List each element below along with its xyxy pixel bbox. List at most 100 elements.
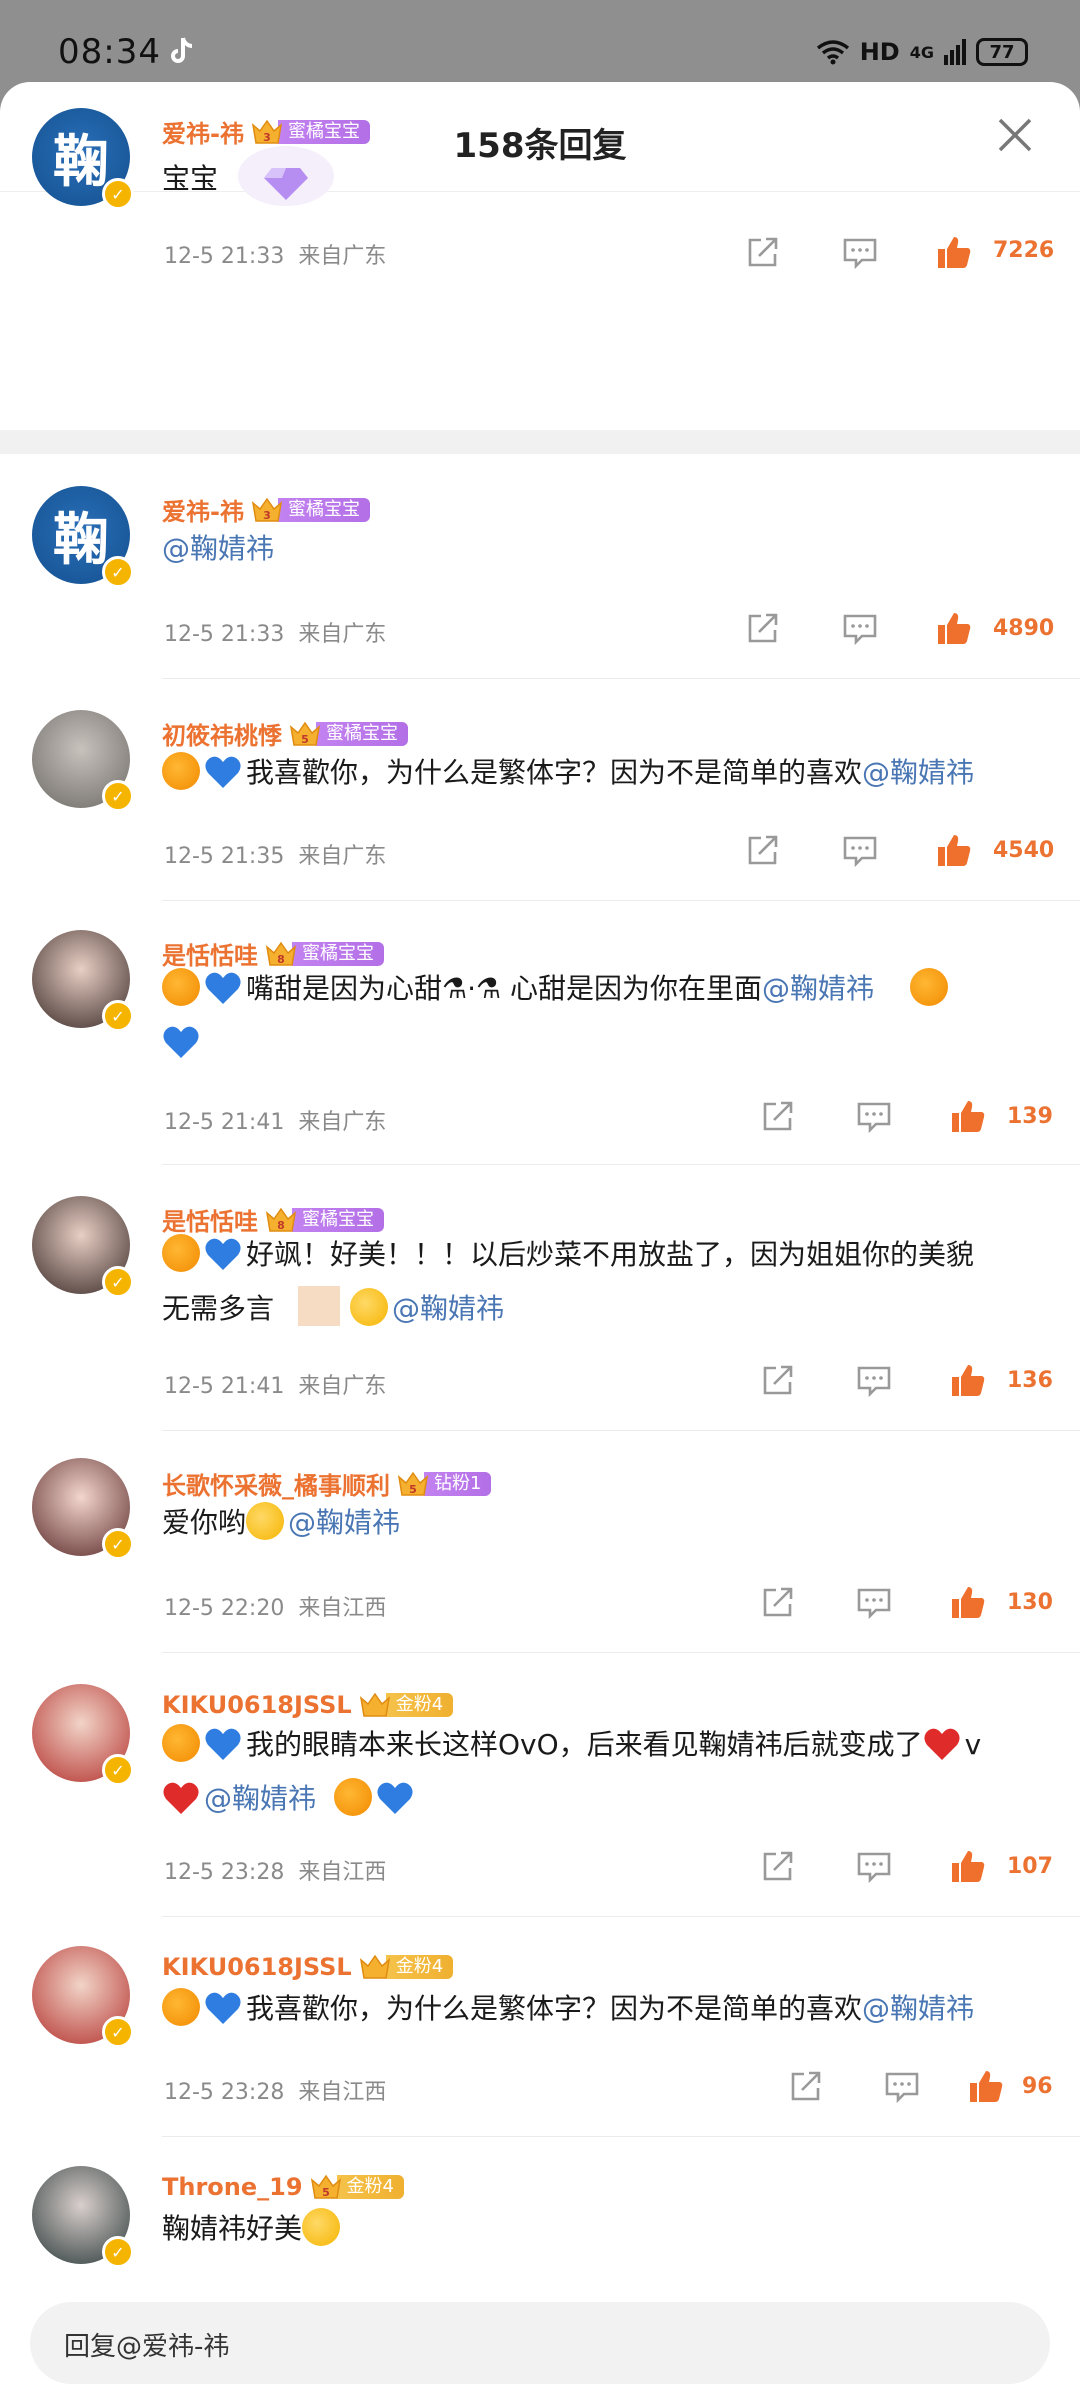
comment-icon[interactable]	[856, 1362, 892, 1398]
comment-divider	[162, 1164, 1080, 1165]
heart-emoji-icon	[924, 1728, 960, 1760]
avatar[interactable]: ✓	[32, 1458, 134, 1560]
battery-level: 77	[989, 41, 1015, 63]
share-icon[interactable]	[745, 832, 781, 868]
mention-link[interactable]: @鞠婧祎	[862, 1992, 974, 2025]
like-count: 4540	[993, 838, 1055, 863]
fan-badge: 5 蜜橘宝宝	[288, 719, 408, 749]
comment-location: 来自广东	[298, 622, 387, 647]
avatar[interactable]: ✓	[32, 1684, 134, 1786]
thumbs-up-icon[interactable]	[950, 1362, 986, 1398]
orange-emoji-icon	[162, 1724, 200, 1762]
username[interactable]: KIKU0618JSSL	[162, 1691, 352, 1719]
avatar[interactable]: ✓	[32, 930, 134, 1032]
mention-link[interactable]: @鞠婧祎	[204, 1782, 316, 1815]
like-count: 4890	[993, 616, 1055, 641]
avatar[interactable]: 鞠 ✓	[32, 486, 134, 588]
comment-location: 来自江西	[298, 1596, 387, 1621]
comment-divider	[162, 2136, 1080, 2137]
comment-time: 12-5 22:20	[164, 1596, 285, 1621]
thumbs-up-icon[interactable]	[968, 2068, 1004, 2104]
verified-badge-icon: ✓	[102, 1000, 134, 1032]
comment-divider	[162, 900, 1080, 901]
comment-meta: 12-5 21:33 来自广东	[164, 616, 386, 648]
like-count: 130	[1007, 1590, 1053, 1615]
svg-text:5: 5	[322, 2186, 330, 2199]
svg-text:8: 8	[277, 953, 285, 966]
comment-icon[interactable]	[884, 2068, 920, 2104]
like-count: 139	[1007, 1104, 1053, 1129]
mention-link[interactable]: @鞠婧祎	[288, 1506, 400, 1539]
comment-text: 鞠婧祎好美	[162, 2202, 1042, 2256]
comment-time: 12-5 21:33	[164, 244, 285, 269]
comment-time: 12-5 21:33	[164, 622, 285, 647]
battery-icon: 77	[976, 38, 1028, 66]
comment-body: 宝宝	[162, 162, 219, 195]
comment-time: 12-5 21:41	[164, 1110, 285, 1135]
username-row: KIKU0618JSSL 金粉4	[162, 1690, 454, 1720]
comment-time: 12-5 23:28	[164, 1860, 285, 1885]
share-icon[interactable]	[760, 1098, 796, 1134]
crown-icon: 5	[310, 2174, 341, 2199]
fan-badge-label: 蜜橘宝宝	[277, 497, 370, 522]
thumbs-up-icon[interactable]	[950, 1098, 986, 1134]
share-icon[interactable]	[745, 234, 781, 270]
avatar[interactable]: ✓	[32, 2166, 134, 2268]
comment-meta: 12-5 21:41 来自广东	[164, 1368, 386, 1400]
share-icon[interactable]	[788, 2068, 824, 2104]
comment-icon[interactable]	[842, 610, 878, 646]
comment-text: 宝宝	[162, 140, 1042, 210]
verified-badge-icon: ✓	[102, 1754, 134, 1786]
comment-meta: 12-5 21:41 来自广东	[164, 1104, 386, 1136]
share-icon[interactable]	[745, 610, 781, 646]
heart-emoji-icon	[205, 1728, 241, 1760]
share-icon[interactable]	[760, 1848, 796, 1884]
section-divider	[0, 430, 1080, 454]
like-count: 136	[1007, 1368, 1053, 1393]
thumbs-up-icon[interactable]	[936, 610, 972, 646]
network-type: HD	[859, 38, 900, 66]
reply-input[interactable]: 回复@爱祎-祎	[30, 2302, 1050, 2384]
avatar[interactable]: 鞠 ✓	[32, 108, 134, 210]
kiss-emoji-icon	[246, 1502, 285, 1540]
comment-icon[interactable]	[856, 1848, 892, 1884]
comment-divider	[162, 678, 1080, 679]
comment-icon[interactable]	[856, 1098, 892, 1134]
comment-icon[interactable]	[842, 832, 878, 868]
thumbs-up-icon[interactable]	[950, 1584, 986, 1620]
comment-text: 好飒！好美！！！以后炒菜不用放盐了，因为姐姐你的美貌 无需多言 @鞠婧祎	[162, 1228, 1042, 1336]
drooling-emoji-icon	[302, 2208, 341, 2246]
mention-link[interactable]: @鞠婧祎	[762, 972, 874, 1005]
avatar[interactable]: ✓	[32, 1946, 134, 2048]
thumbs-up-icon[interactable]	[950, 1848, 986, 1884]
comment-location: 来自广东	[298, 844, 387, 869]
heart-emoji-icon	[163, 1026, 199, 1058]
verified-badge-icon: ✓	[102, 178, 134, 210]
username[interactable]: Throne_19	[162, 2173, 303, 2201]
signal-icon	[944, 39, 966, 65]
mention-link[interactable]: @鞠婧祎	[392, 1292, 504, 1325]
share-icon[interactable]	[760, 1362, 796, 1398]
crown-icon	[359, 1692, 390, 1717]
crown-icon: 3	[251, 497, 283, 522]
mention-link[interactable]: @鞠婧祎	[162, 532, 274, 565]
share-icon[interactable]	[760, 1584, 796, 1620]
like-count: 7226	[993, 238, 1055, 263]
fan-badge-label: 金粉4	[385, 1693, 454, 1717]
crown-icon: 5	[397, 1471, 429, 1496]
comment-icon[interactable]	[842, 234, 878, 270]
comment-time: 12-5 23:28	[164, 2080, 285, 2105]
thumbs-up-icon[interactable]	[936, 234, 972, 270]
avatar[interactable]: ✓	[32, 710, 134, 812]
comment-location: 来自江西	[298, 1860, 387, 1885]
comment-icon[interactable]	[856, 1584, 892, 1620]
comment-location: 来自广东	[298, 1110, 387, 1135]
thumbs-up-icon[interactable]	[936, 832, 972, 868]
mention-link[interactable]: @鞠婧祎	[862, 756, 974, 789]
fan-badge-label: 金粉4	[385, 1955, 454, 1979]
tiktok-icon	[171, 37, 193, 63]
comment-meta: 12-5 21:33 来自广东	[164, 238, 386, 270]
username[interactable]: KIKU0618JSSL	[162, 1953, 352, 1981]
comment-text: 我喜歡你，为什么是繁体字？因为不是简单的喜欢@鞠婧祎	[162, 1982, 1042, 2036]
avatar[interactable]: ✓	[32, 1196, 134, 1298]
